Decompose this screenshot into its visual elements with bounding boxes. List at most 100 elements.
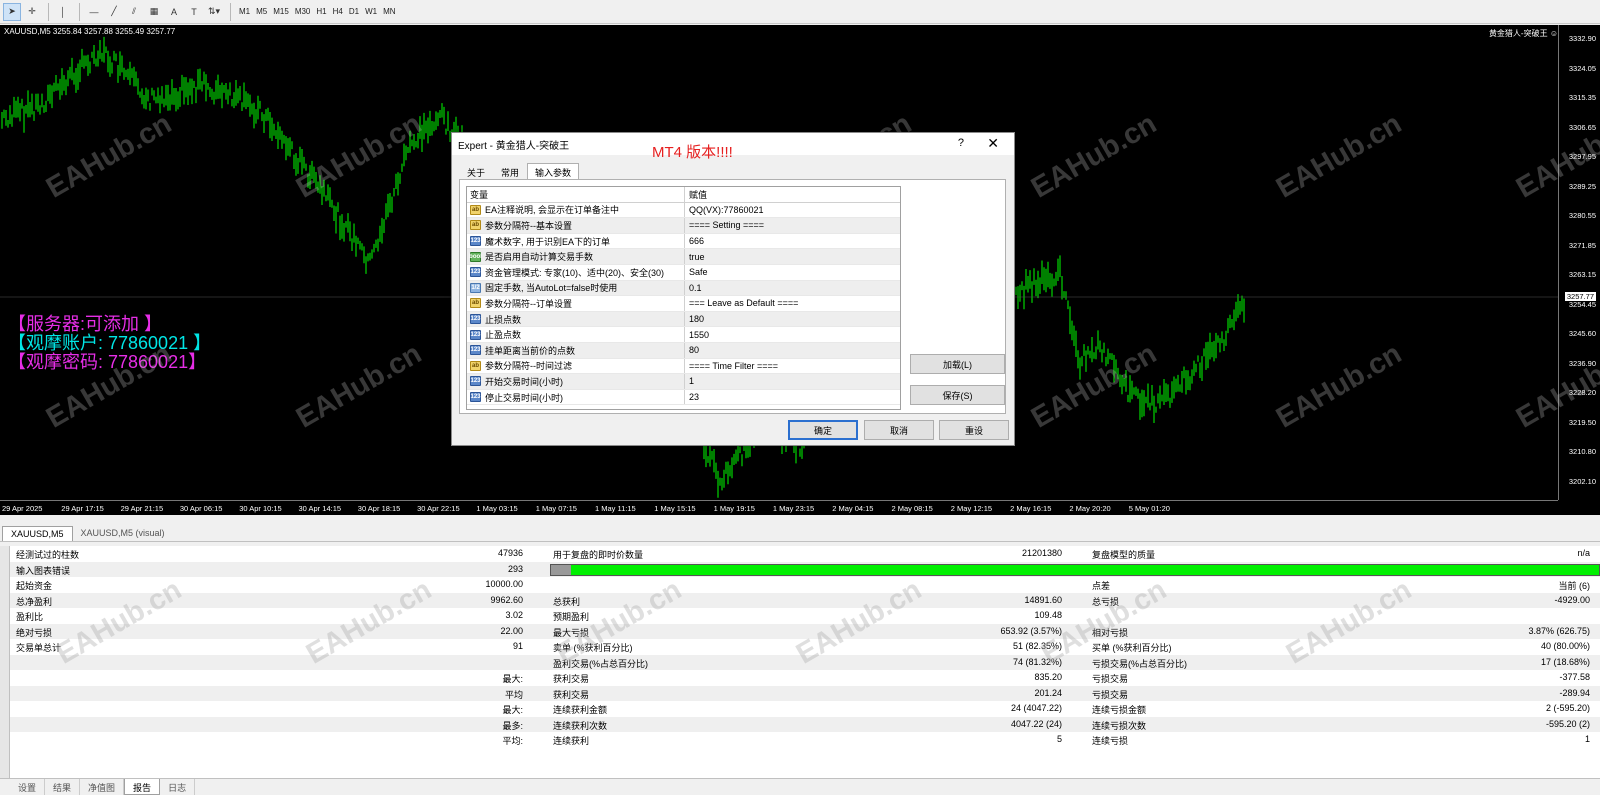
column-header-value: 赋值 — [689, 189, 708, 200]
profit-trades-label: 盈利交易(%占总百分比) — [553, 658, 648, 669]
tab-equity-graph[interactable]: 净值图 — [80, 779, 125, 795]
parameter-row[interactable]: ab 参数分隔符--基本设置 ==== Setting ==== — [467, 218, 900, 234]
horizontal-line-icon[interactable]: — — [85, 3, 103, 21]
expert-properties-dialog[interactable]: Expert - 黄金猎人-突破王 ? ✕ MT4 版本!!!! 关于 常用 输… — [451, 132, 1015, 446]
timeframe-w1[interactable]: W1 — [362, 3, 380, 21]
avg-profit-value: 201.24 — [1034, 687, 1062, 698]
time-axis[interactable]: 29 Apr 2025 29 Apr 17:15 29 Apr 21:15 30 Ap… — [0, 500, 1558, 515]
timeframe-h4[interactable]: H4 — [330, 3, 346, 21]
text-icon[interactable]: A — [165, 3, 183, 21]
parameter-row[interactable]: 123 开始交易时间(小时) 1 — [467, 374, 900, 390]
reset-button[interactable]: 重设 — [939, 420, 1009, 440]
avg-cons-losses-value: 1 — [1584, 734, 1590, 744]
price-tick-label: 3210.80 — [1568, 447, 1596, 456]
tab-inputs[interactable]: 输入参数 — [527, 163, 580, 180]
timeframe-d1[interactable]: D1 — [346, 3, 362, 21]
parameter-row[interactable]: bool 是否启用自动计算交易手数 true — [467, 249, 900, 265]
parameter-row[interactable]: 123 停止交易时间(小时) 23 — [467, 389, 900, 406]
max-label: 最大: — [502, 705, 523, 715]
parameter-row[interactable]: 1/2 固定手数, 当AutoLot=false时使用 0.1 — [467, 280, 900, 297]
time-tick-label: 2 May 12:15 — [950, 504, 993, 513]
maximal-cons-loss-label: 连续亏损次数 — [1092, 720, 1147, 731]
parameter-row[interactable]: ab 参数分隔符--订单设置 === Leave as Default ==== — [467, 296, 900, 312]
ok-button[interactable]: 确定 — [788, 420, 858, 440]
spread-label: 点差 — [1092, 581, 1111, 591]
dialog-title: Expert - 黄金猎人-突破王 — [458, 140, 570, 152]
expected-payoff-value: 109.48 — [1034, 610, 1062, 620]
largest-profit-value: 835.20 — [1034, 672, 1062, 682]
timeframe-m30[interactable]: M30 — [292, 3, 314, 21]
chart-tabs: XAUUSD,M5 XAUUSD,M5 (visual) — [0, 526, 1600, 542]
dialog-titlebar[interactable]: Expert - 黄金猎人-突破王 ? ✕ — [452, 133, 1014, 155]
parameter-value[interactable]: 80 — [685, 345, 699, 355]
parameter-value[interactable]: 180 — [685, 314, 704, 324]
tab-settings[interactable]: 设置 — [10, 779, 46, 795]
parameter-row[interactable]: 123 魔术数字, 用于识别EA下的订单 666 — [467, 233, 900, 250]
arrows-icon[interactable]: ⇅▾ — [205, 3, 223, 21]
parameter-value[interactable]: 666 — [685, 236, 704, 246]
bars-tested-label: 经测试过的柱数 — [16, 550, 80, 560]
cursor-icon[interactable]: ➤ — [3, 2, 21, 21]
trendline-icon[interactable]: ╱ — [105, 3, 123, 21]
short-positions-value: 51 (82.35%) — [1012, 641, 1062, 651]
timeframe-m1[interactable]: M1 — [236, 3, 253, 21]
parameter-value[interactable]: true — [685, 252, 705, 262]
parameter-value[interactable]: 1550 — [685, 330, 709, 340]
timeframe-mn[interactable]: MN — [380, 3, 398, 21]
parameter-table[interactable]: 变量 赋值 ab EA注释说明, 会显示在订单备注中 QQ(VX):77860021… — [466, 186, 901, 410]
gross-profit-value: 14891.60 — [1024, 594, 1062, 605]
tab-common[interactable]: 常用 — [493, 163, 527, 180]
parameter-value[interactable]: 1 — [685, 376, 694, 386]
close-icon[interactable]: ✕ — [987, 135, 999, 152]
tab-about[interactable]: 关于 — [459, 163, 493, 180]
load-button[interactable]: 加载(L) — [910, 354, 1005, 374]
max-cons-wins-value: 24 (4047.22) — [1010, 703, 1062, 713]
gross-loss-value: -4929.00 — [1554, 594, 1590, 605]
table-header: 变量 赋值 — [467, 187, 900, 203]
timeframe-m15[interactable]: M15 — [270, 3, 292, 21]
time-tick-label: 1 May 23:15 — [772, 504, 815, 513]
max-drawdown-label: 最大亏损 — [553, 627, 590, 638]
loss-trades-value: 17 (18.68%) — [1540, 656, 1590, 667]
parameter-name: 资金管理模式: 专家(10)、适中(20)、安全(30) — [485, 267, 665, 278]
price-axis[interactable]: 3332.90 3324.05 3315.35 3306.65 3297.95 3289.… — [1558, 25, 1600, 500]
tab-results[interactable]: 结果 — [45, 779, 81, 795]
parameter-row[interactable]: 123 止损点数 180 — [467, 311, 900, 328]
expert-advisor-label[interactable]: 黄金猎人-突破王 ☺ — [1489, 28, 1558, 39]
save-button[interactable]: 保存(S) — [910, 385, 1005, 405]
crosshair-icon[interactable]: ✛ — [23, 3, 41, 21]
parameter-value[interactable]: 0.1 — [685, 283, 702, 293]
tab-report[interactable]: 报告 — [124, 779, 161, 795]
profit-factor-value: 3.02 — [505, 610, 523, 620]
parameter-row[interactable]: 123 资金管理模式: 专家(10)、适中(20)、安全(30) Safe — [467, 264, 900, 281]
tab-journal[interactable]: 日志 — [160, 779, 196, 795]
vertical-line-icon[interactable]: │ — [54, 3, 72, 21]
parameter-row[interactable]: ab EA注释说明, 会显示在订单备注中 QQ(VX):77860021 — [467, 202, 900, 219]
parameter-value[interactable]: QQ(VX):77860021 — [685, 205, 764, 215]
short-positions-label: 卖单 (%获利百分比) — [553, 643, 633, 653]
parameter-value[interactable]: === Leave as Default ==== — [685, 298, 798, 308]
help-icon[interactable]: ? — [958, 137, 964, 149]
cancel-button[interactable]: 取消 — [864, 420, 934, 440]
parameter-value[interactable]: ==== Time Filter ==== — [685, 361, 778, 371]
channel-icon[interactable]: ⫽ — [125, 3, 143, 21]
parameter-row[interactable]: ab 参数分隔符--时间过滤 ==== Time Filter ==== — [467, 358, 900, 375]
price-tick-label: 3315.35 — [1568, 93, 1596, 102]
parameter-name-cell: 123 止盈点数 — [467, 327, 685, 342]
text-label-icon[interactable]: T — [185, 3, 203, 21]
report-row: 总净盈利 9962.60 总获利 14891.60 总亏损 -4929.00 — [10, 592, 1600, 608]
fibonacci-icon[interactable]: ▦ — [145, 3, 163, 21]
parameter-value[interactable]: 23 — [685, 392, 699, 402]
parameter-value[interactable]: ==== Setting ==== — [685, 220, 764, 230]
mismatch-label: 输入图表错误 — [16, 565, 71, 576]
tester-side-strip — [0, 546, 10, 795]
parameter-row[interactable]: 123 挂单距离当前价的点数 80 — [467, 342, 900, 359]
chart-tab-xauusd-m5-visual[interactable]: XAUUSD,M5 (visual) — [73, 526, 173, 541]
timeframe-m5[interactable]: M5 — [253, 3, 270, 21]
parameter-value[interactable]: Safe — [685, 267, 708, 277]
parameter-type-icon: 123 — [470, 345, 481, 356]
report-row: 起始资金 10000.00 点差 当前 (6) — [10, 577, 1600, 593]
chart-tab-xauusd-m5[interactable]: XAUUSD,M5 — [2, 526, 73, 541]
parameter-row[interactable]: 123 止盈点数 1550 — [467, 327, 900, 343]
timeframe-h1[interactable]: H1 — [313, 3, 329, 21]
